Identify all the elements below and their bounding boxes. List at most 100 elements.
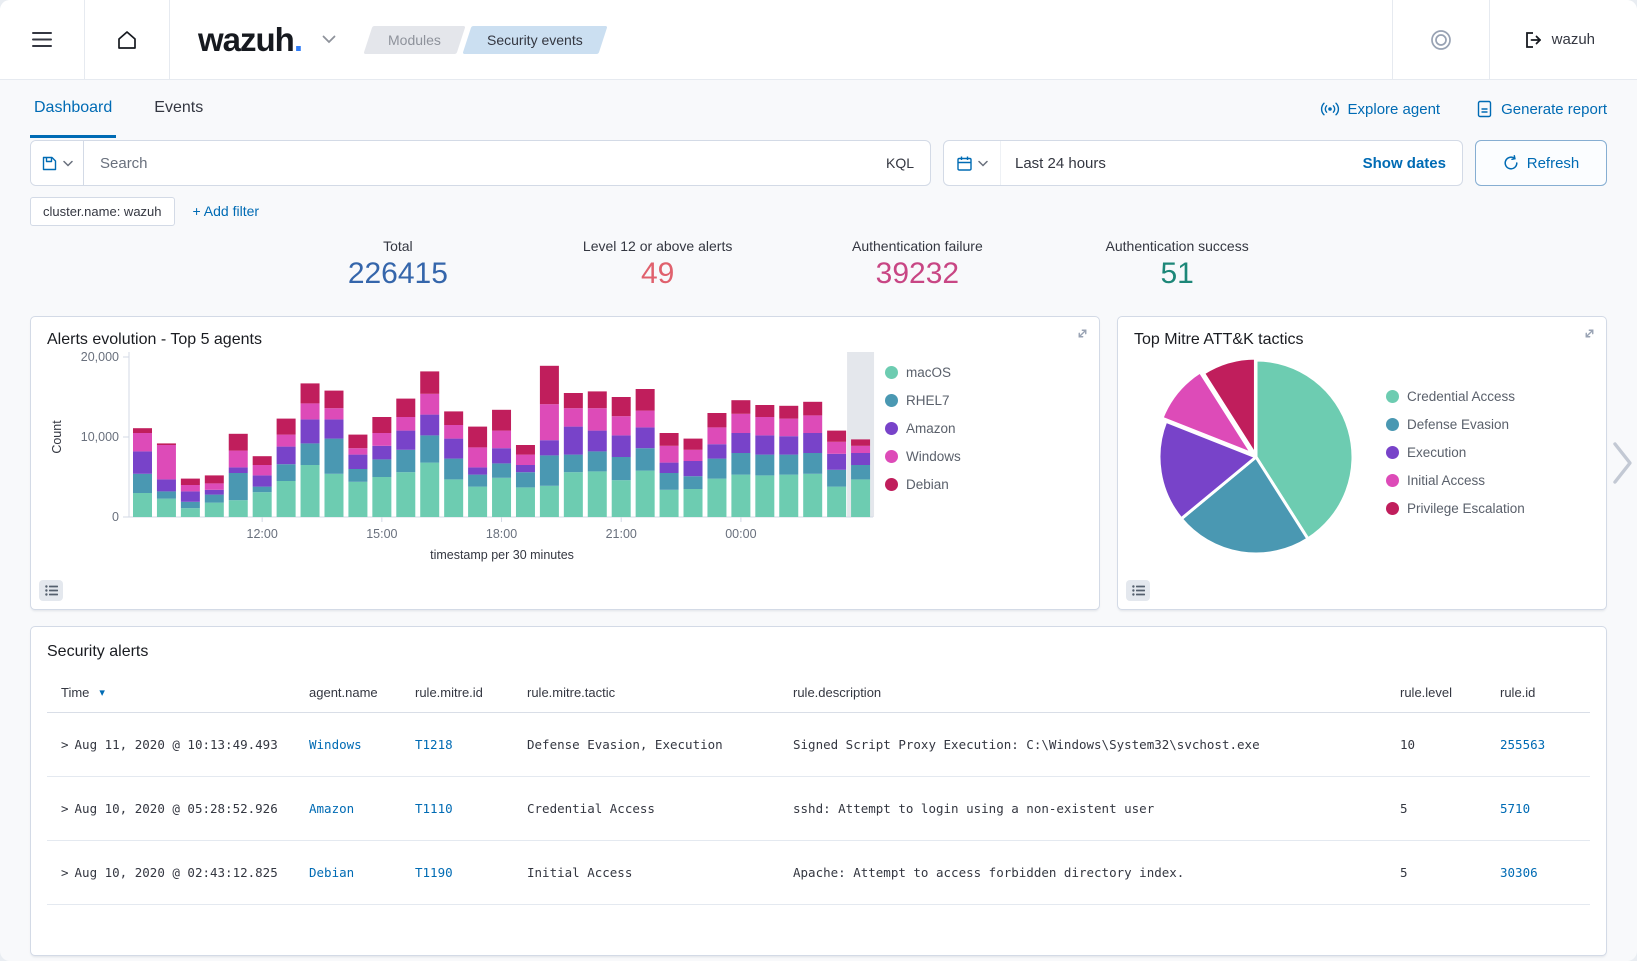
- menu-button[interactable]: [26, 25, 58, 54]
- bar-segment-macOS[interactable]: [612, 480, 631, 517]
- bar-segment-macOS[interactable]: [803, 474, 822, 517]
- bar-segment-RHEL7[interactable]: [564, 455, 583, 473]
- legend-item[interactable]: Execution: [1386, 445, 1525, 460]
- cell-agent-name[interactable]: Amazon: [309, 801, 415, 816]
- bar-segment-RHEL7[interactable]: [277, 464, 296, 481]
- bar-segment-Windows[interactable]: [779, 419, 798, 437]
- bar-segment-macOS[interactable]: [133, 493, 152, 517]
- bar-segment-Amazon[interactable]: [827, 454, 846, 470]
- column-header-rule-id[interactable]: rule.id: [1500, 685, 1590, 700]
- bar-segment-macOS[interactable]: [468, 487, 487, 517]
- bar-segment-Debian[interactable]: [157, 443, 176, 445]
- bar-segment-Windows[interactable]: [684, 450, 703, 461]
- column-header-rule-mitre-id[interactable]: rule.mitre.id: [415, 685, 527, 700]
- expand-row-icon[interactable]: >: [61, 801, 69, 816]
- app-switcher-button[interactable]: [316, 29, 342, 50]
- column-header-rule-mitre-tactic[interactable]: rule.mitre.tactic: [527, 685, 793, 700]
- expand-panel-button[interactable]: [1583, 327, 1596, 340]
- bar-segment-RHEL7[interactable]: [492, 463, 511, 477]
- bar-segment-Amazon[interactable]: [420, 415, 439, 436]
- bar-segment-macOS[interactable]: [564, 472, 583, 517]
- bar-segment-macOS[interactable]: [348, 482, 367, 517]
- bar-segment-Windows[interactable]: [636, 411, 655, 428]
- bar-segment-RHEL7[interactable]: [157, 491, 176, 498]
- bar-segment-Debian[interactable]: [133, 428, 152, 433]
- bar-segment-RHEL7[interactable]: [444, 459, 463, 480]
- legend-item[interactable]: RHEL7: [885, 393, 961, 408]
- bar-segment-RHEL7[interactable]: [301, 443, 320, 465]
- bar-segment-Debian[interactable]: [492, 410, 511, 431]
- bar-segment-macOS[interactable]: [181, 508, 200, 517]
- tab-events[interactable]: Events: [150, 80, 207, 138]
- bar-segment-macOS[interactable]: [372, 477, 391, 517]
- column-header-rule-level[interactable]: rule.level: [1400, 685, 1500, 700]
- bar-segment-Windows[interactable]: [755, 417, 774, 435]
- bar-segment-Amazon[interactable]: [372, 446, 391, 460]
- bar-segment-macOS[interactable]: [277, 481, 296, 517]
- column-header-rule-description[interactable]: rule.description: [793, 685, 1400, 700]
- bar-segment-Windows[interactable]: [253, 465, 272, 475]
- bar-segment-Amazon[interactable]: [348, 455, 367, 469]
- bar-segment-RHEL7[interactable]: [636, 448, 655, 470]
- bar-segment-macOS[interactable]: [396, 472, 415, 517]
- generate-report-button[interactable]: Generate report: [1476, 100, 1607, 118]
- bar-segment-Debian[interactable]: [851, 439, 870, 445]
- bar-segment-Windows[interactable]: [133, 433, 152, 451]
- bar-segment-Amazon[interactable]: [731, 433, 750, 453]
- cell-rule-id[interactable]: 30306: [1500, 865, 1590, 880]
- bar-segment-macOS[interactable]: [157, 499, 176, 517]
- bar-segment-Debian[interactable]: [636, 389, 655, 411]
- bar-segment-RHEL7[interactable]: [133, 474, 152, 493]
- quick-select-button[interactable]: [944, 141, 1001, 185]
- legend-item[interactable]: Initial Access: [1386, 473, 1525, 488]
- bar-segment-Debian[interactable]: [731, 400, 750, 414]
- bar-segment-RHEL7[interactable]: [612, 457, 631, 480]
- account-menu-button[interactable]: wazuh: [1518, 25, 1601, 55]
- bar-segment-Debian[interactable]: [707, 413, 726, 427]
- bar-segment-RHEL7[interactable]: [588, 451, 607, 471]
- bar-segment-RHEL7[interactable]: [779, 455, 798, 475]
- bar-segment-Windows[interactable]: [420, 394, 439, 415]
- bar-segment-Windows[interactable]: [324, 408, 343, 419]
- kql-toggle[interactable]: KQL: [870, 155, 930, 171]
- bar-segment-Windows[interactable]: [468, 447, 487, 467]
- bar-segment-Debian[interactable]: [396, 399, 415, 417]
- bar-segment-Debian[interactable]: [755, 405, 774, 417]
- cell-rule-mitre-id[interactable]: T1190: [415, 865, 527, 880]
- bar-segment-macOS[interactable]: [731, 475, 750, 517]
- bar-segment-RHEL7[interactable]: [660, 473, 679, 490]
- bar-segment-Windows[interactable]: [803, 415, 822, 433]
- bar-segment-RHEL7[interactable]: [803, 453, 822, 474]
- bar-segment-Debian[interactable]: [684, 439, 703, 450]
- bar-segment-Windows[interactable]: [851, 446, 870, 453]
- bar-segment-Windows[interactable]: [516, 455, 535, 465]
- bar-segment-macOS[interactable]: [827, 487, 846, 517]
- bar-segment-RHEL7[interactable]: [827, 470, 846, 487]
- bar-segment-Amazon[interactable]: [564, 427, 583, 455]
- bar-segment-macOS[interactable]: [684, 489, 703, 517]
- stat-value[interactable]: 226415: [268, 257, 528, 291]
- bar-segment-macOS[interactable]: [707, 479, 726, 517]
- bar-segment-Debian[interactable]: [301, 383, 320, 403]
- bar-segment-macOS[interactable]: [205, 503, 224, 517]
- bar-segment-macOS[interactable]: [540, 486, 559, 517]
- bar-segment-macOS[interactable]: [755, 475, 774, 517]
- bar-segment-RHEL7[interactable]: [205, 495, 224, 503]
- bar-segment-RHEL7[interactable]: [229, 473, 248, 500]
- bar-segment-Amazon[interactable]: [229, 467, 248, 473]
- stat-value[interactable]: 49: [528, 257, 788, 291]
- bar-segment-Windows[interactable]: [157, 445, 176, 479]
- bar-segment-macOS[interactable]: [253, 492, 272, 517]
- bar-segment-Debian[interactable]: [420, 371, 439, 393]
- bar-segment-Windows[interactable]: [707, 427, 726, 444]
- panel-options-button[interactable]: [1126, 580, 1150, 601]
- bar-segment-Amazon[interactable]: [324, 419, 343, 438]
- next-panels-button[interactable]: [1611, 440, 1635, 486]
- bar-segment-Amazon[interactable]: [253, 475, 272, 486]
- panel-options-button[interactable]: [39, 580, 63, 601]
- bar-segment-Amazon[interactable]: [707, 444, 726, 458]
- bar-segment-macOS[interactable]: [851, 479, 870, 517]
- add-filter-button[interactable]: + Add filter: [193, 203, 260, 219]
- expand-row-icon[interactable]: >: [61, 737, 69, 752]
- bar-segment-Windows[interactable]: [205, 483, 224, 489]
